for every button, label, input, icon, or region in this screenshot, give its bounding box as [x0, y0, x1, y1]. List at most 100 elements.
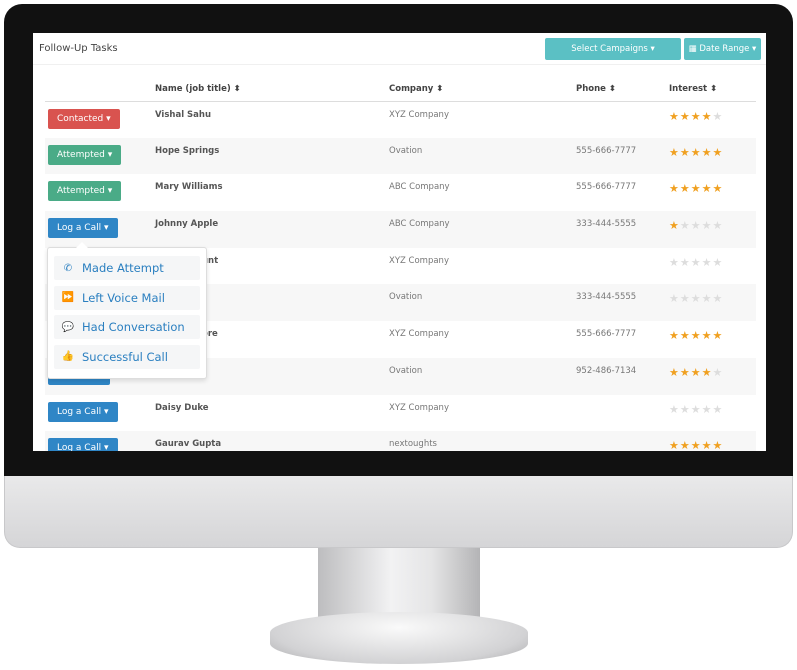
star-icon[interactable]: ★ [691, 366, 702, 379]
star-icon[interactable]: ★ [713, 219, 724, 232]
menu-item-left-voice-mail[interactable]: ⏩ Left Voice Mail [54, 285, 200, 310]
fast-forward-icon: ⏩ [61, 292, 75, 303]
interest-rating[interactable]: ★★★★★ [669, 431, 756, 451]
name-cell: Daisy Duke [155, 402, 209, 413]
star-icon[interactable]: ★ [702, 256, 713, 269]
star-icon[interactable]: ★ [680, 403, 691, 416]
star-icon[interactable]: ★ [691, 292, 702, 305]
star-icon[interactable]: ★ [713, 366, 724, 379]
star-icon[interactable]: ★ [669, 219, 680, 232]
table-row: Contacted ▾ Vishal Sahu XYZ Company ★★★★… [45, 101, 756, 138]
star-icon[interactable]: ★ [702, 329, 713, 342]
select-campaigns-button[interactable]: Select Campaigns ▾ [545, 38, 681, 60]
star-icon[interactable]: ★ [669, 182, 680, 195]
star-icon[interactable]: ★ [691, 403, 702, 416]
interest-rating[interactable]: ★★★★★ [669, 211, 756, 248]
star-icon[interactable]: ★ [691, 110, 702, 123]
col-name[interactable]: Name (job title) ⬍ [155, 77, 389, 102]
calendar-icon: ▦ [688, 44, 700, 54]
star-icon[interactable]: ★ [702, 403, 713, 416]
col-interest[interactable]: Interest ⬍ [669, 77, 756, 102]
status-button[interactable]: Attempted ▾ [48, 144, 122, 165]
interest-rating[interactable]: ★★★★★ [669, 101, 756, 138]
company-cell: Ovation [389, 137, 576, 175]
star-icon[interactable]: ★ [680, 256, 691, 269]
star-icon[interactable]: ★ [669, 292, 680, 305]
star-icon[interactable]: ★ [680, 146, 691, 159]
phone-cell: 555-666-7777 [576, 182, 637, 193]
col-phone[interactable]: Phone ⬍ [576, 77, 669, 102]
date-range-button[interactable]: ▦ Date Range ▾ [684, 38, 761, 60]
star-icon[interactable]: ★ [713, 439, 724, 451]
star-icon[interactable]: ★ [702, 292, 713, 305]
star-icon[interactable]: ★ [691, 256, 702, 269]
star-icon[interactable]: ★ [713, 182, 724, 195]
star-icon[interactable]: ★ [702, 182, 713, 195]
status-button[interactable]: Log a Call ▾ [48, 401, 118, 422]
star-icon[interactable]: ★ [669, 110, 680, 123]
page-title: Follow-Up Tasks [39, 43, 118, 54]
status-cell: Log a Call ▾ [45, 395, 155, 432]
col-company[interactable]: Company ⬍ [389, 77, 576, 102]
status-button[interactable]: Log a Call ▾ [48, 218, 118, 239]
menu-item-had-conversation[interactable]: 💬 Had Conversation [54, 315, 200, 339]
star-icon[interactable]: ★ [691, 146, 702, 159]
star-icon[interactable]: ★ [702, 219, 713, 232]
screen: Follow-Up Tasks Select Campaigns ▾ ▦ Dat… [33, 33, 766, 451]
star-icon[interactable]: ★ [680, 439, 691, 451]
status-button[interactable]: Attempted ▾ [48, 181, 122, 202]
star-icon[interactable]: ★ [691, 182, 702, 195]
status-button[interactable]: Log a Call ▾ [48, 438, 118, 451]
log-call-dropdown: ✆ Made Attempt ⏩ Left Voice Mail 💬 Had Conver… [47, 242, 207, 379]
name-cell: Hope Springs [155, 137, 389, 175]
menu-item-label: Had Conversation [82, 320, 185, 334]
phone-cell [576, 101, 669, 138]
interest-rating[interactable]: ★★★★★ [669, 284, 756, 322]
star-icon[interactable]: ★ [680, 366, 691, 379]
interest-rating[interactable]: ★★★★★ [669, 357, 756, 395]
star-icon[interactable]: ★ [669, 256, 680, 269]
status-button[interactable]: Contacted ▾ [48, 108, 120, 129]
star-icon[interactable]: ★ [691, 219, 702, 232]
star-icon[interactable]: ★ [680, 219, 691, 232]
star-icon[interactable]: ★ [713, 110, 724, 123]
star-icon[interactable]: ★ [713, 292, 724, 305]
star-icon[interactable]: ★ [680, 292, 691, 305]
phone-cell: 555-666-7777 [576, 137, 669, 175]
star-icon[interactable]: ★ [680, 182, 691, 195]
monitor-base [270, 612, 528, 664]
star-icon[interactable]: ★ [669, 366, 680, 379]
interest-rating[interactable]: ★★★★★ [669, 174, 756, 211]
status-cell: Attempted ▾ [45, 174, 155, 211]
company-cell: Ovation [389, 284, 576, 322]
star-icon[interactable]: ★ [669, 439, 680, 451]
company-cell: ABC Company [389, 211, 576, 248]
star-icon[interactable]: ★ [691, 439, 702, 451]
header: Follow-Up Tasks Select Campaigns ▾ ▦ Dat… [33, 33, 766, 65]
menu-item-successful-call[interactable]: 👍 Successful Call [54, 344, 200, 369]
star-icon[interactable]: ★ [702, 146, 713, 159]
name-cell: Vishal Sahu [155, 109, 212, 120]
star-icon[interactable]: ★ [680, 329, 691, 342]
star-icon[interactable]: ★ [669, 403, 680, 416]
star-icon[interactable]: ★ [669, 329, 680, 342]
star-icon[interactable]: ★ [713, 256, 724, 269]
star-icon[interactable]: ★ [713, 146, 724, 159]
star-icon[interactable]: ★ [713, 403, 724, 416]
interest-rating[interactable]: ★★★★★ [669, 321, 756, 358]
phone-cell: 333-444-5555 [576, 284, 669, 322]
star-icon[interactable]: ★ [680, 110, 691, 123]
phone-cell [576, 395, 669, 432]
interest-rating[interactable]: ★★★★★ [669, 248, 756, 285]
menu-item-made-attempt[interactable]: ✆ Made Attempt [54, 256, 200, 280]
star-icon[interactable]: ★ [691, 329, 702, 342]
phone-cell: 333-444-5555 [576, 211, 669, 248]
star-icon[interactable]: ★ [702, 439, 713, 451]
star-icon[interactable]: ★ [702, 366, 713, 379]
interest-rating[interactable]: ★★★★★ [669, 395, 756, 432]
star-icon[interactable]: ★ [702, 110, 713, 123]
table-row: Attempted ▾ Mary Williams ABC Company 55… [45, 174, 756, 211]
star-icon[interactable]: ★ [713, 329, 724, 342]
interest-rating[interactable]: ★★★★★ [669, 137, 756, 175]
star-icon[interactable]: ★ [669, 146, 680, 159]
